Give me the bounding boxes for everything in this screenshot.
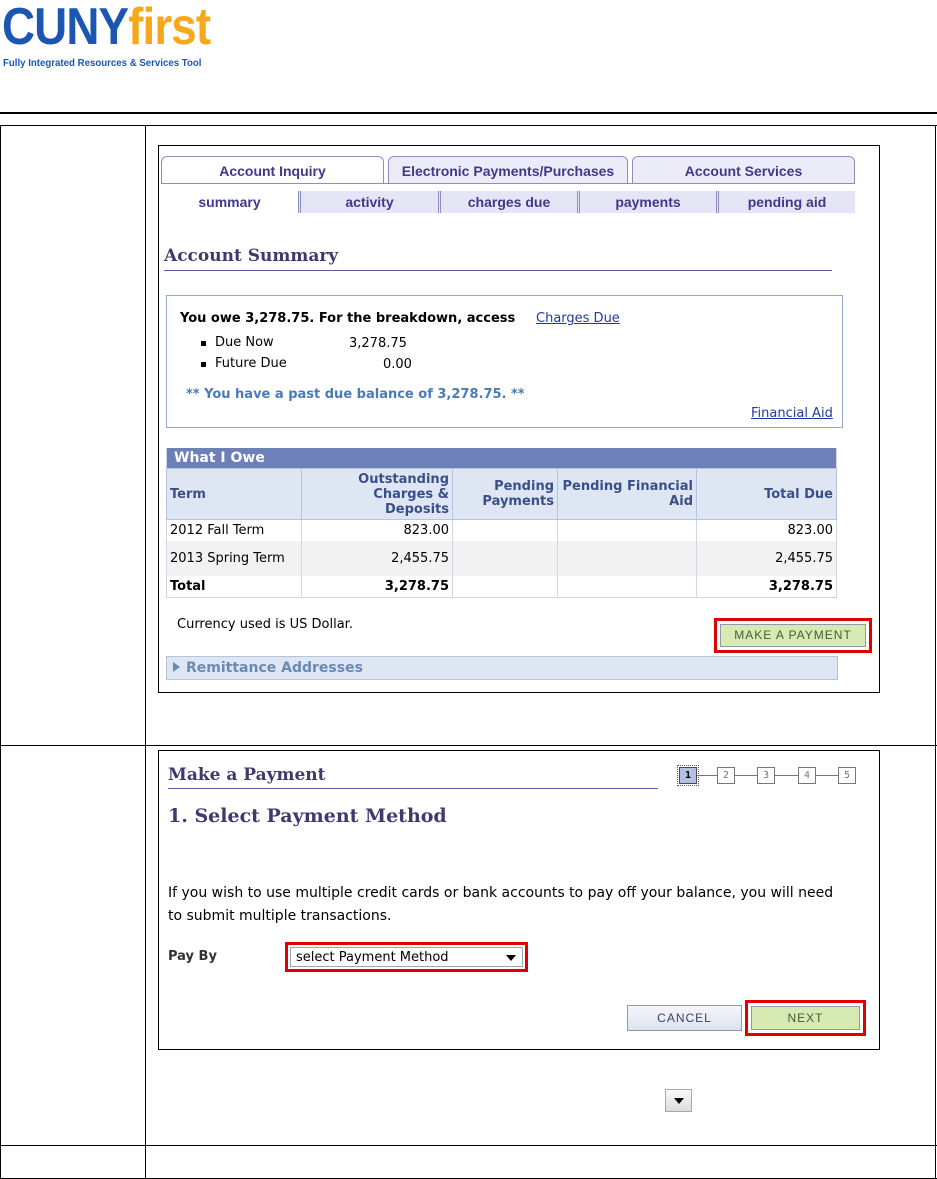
cell-term: 2012 Fall Term [166,519,302,541]
cell-pending-payments [452,541,558,576]
col-header-total-due: Total Due [696,468,837,520]
step-1: 1 [677,765,699,786]
cell-total-due: 823.00 [696,519,837,541]
doc-table-border-row3 [0,1145,937,1146]
cell-term: Total [166,576,302,598]
subtab-summary[interactable]: summary [161,191,298,213]
cunyfirst-logo: CUNYfirst Fully Integrated Resources & S… [2,0,242,72]
future-due-label: Future Due [215,356,287,371]
make-payment-underline [168,788,658,789]
make-payment-title: Make a Payment [168,765,326,785]
col-header-outstanding: Outstanding Charges & Deposits [301,468,453,520]
header-divider [0,112,937,114]
remittance-label: Remittance Addresses [186,660,363,676]
step-connector [697,775,717,776]
doc-table-border-left [0,125,1,1179]
cell-pending-payments [452,519,558,541]
logo-first: first [128,0,211,56]
subtab-charges-due[interactable]: charges due [438,191,577,213]
subtab-pending-aid[interactable]: pending aid [716,191,855,213]
step-connector [816,775,838,776]
table-row-total: Total 3,278.75 3,278.75 [166,576,837,598]
financial-aid-link[interactable]: Financial Aid [751,406,833,421]
instructions-text: If you wish to use multiple credit cards… [168,885,834,924]
next-button[interactable]: Next [751,1006,860,1030]
cancel-button[interactable]: Cancel [627,1005,742,1031]
grid-caption: What I Owe [166,448,837,469]
bullet-due-now [201,341,206,346]
pay-by-value: select Payment Method [296,950,449,965]
cell-pending-payments [452,576,558,598]
tab-account-inquiry[interactable]: Account Inquiry [161,156,384,183]
step-3: 3 [757,767,775,784]
what-i-owe-grid: What I Owe Term Outstanding Charges & De… [166,448,837,598]
logo-cuny: CUNY [2,0,129,56]
col-header-pending-aid: Pending Financial Aid [557,468,697,520]
select-payment-method-heading: 1. Select Payment Method [168,805,447,827]
cell-pending-aid [557,576,697,598]
logo-tagline: Fully Integrated Resources & Services To… [3,57,202,69]
step-5: 5 [838,767,856,784]
doc-table-border-top [0,125,937,126]
tab-account-services[interactable]: Account Services [632,156,855,183]
cell-outstanding: 2,455.75 [301,541,453,576]
due-now-label: Due Now [215,335,274,350]
expand-triangle-icon [173,662,180,672]
step-connector [775,775,798,776]
currency-note: Currency used is US Dollar. [177,617,353,632]
subtab-payments[interactable]: payments [577,191,716,213]
past-due-note: ** You have a past due balance of 3,278.… [186,387,525,402]
remittance-addresses-collapsible[interactable]: Remittance Addresses [166,656,838,680]
doc-table-border-mid [145,125,146,1179]
make-payment-button[interactable]: Make a Payment [720,624,866,647]
cell-pending-aid [557,541,697,576]
due-now-value: 3,278.75 [349,336,407,351]
dropdown-arrow-icon [506,955,516,961]
cell-term: 2013 Spring Term [166,541,302,576]
subtab-activity[interactable]: activity [298,191,438,213]
bullet-future-due [201,362,206,367]
account-summary-title: Account Summary [164,246,339,266]
dropdown-button-icon [665,1089,692,1112]
step-connector [735,775,757,776]
doc-table-border-row2 [0,745,937,746]
cell-total-due: 3,278.75 [696,576,837,598]
doc-table-border-right [935,125,936,1179]
col-header-pending-payments: Pending Payments [452,468,558,520]
tab-electronic-payments[interactable]: Electronic Payments/Purchases [388,156,628,183]
cell-outstanding: 823.00 [301,519,453,541]
cell-total-due: 2,455.75 [696,541,837,576]
title-underline [164,270,832,271]
pay-by-label: Pay By [168,949,217,964]
step-4: 4 [798,767,816,784]
charges-due-link[interactable]: Charges Due [536,311,620,326]
table-row: 2013 Spring Term 2,455.75 2,455.75 [166,541,837,576]
owe-text: You owe 3,278.75. For the breakdown, acc… [180,311,516,326]
cell-outstanding: 3,278.75 [301,576,453,598]
pay-by-select[interactable]: select Payment Method [290,947,523,967]
future-due-value: 0.00 [383,357,412,372]
cell-pending-aid [557,519,697,541]
table-row: 2012 Fall Term 823.00 823.00 [166,519,837,541]
chevron-down-icon [674,1098,684,1104]
col-header-term: Term [166,468,302,520]
step-2: 2 [717,767,735,784]
tab-baseline [161,183,855,184]
